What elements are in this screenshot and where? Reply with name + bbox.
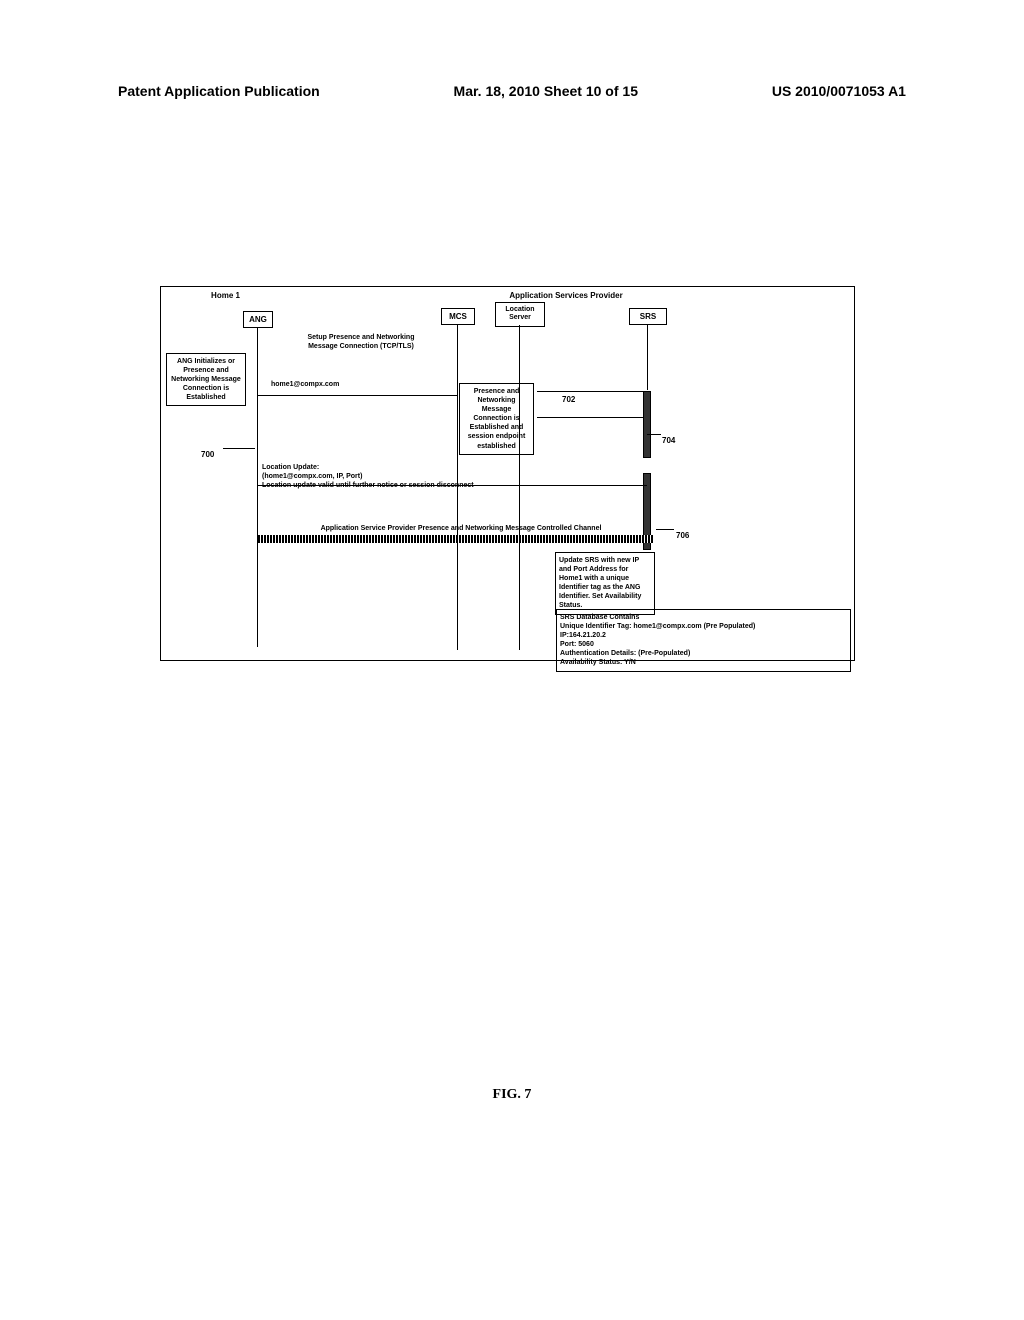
loc-update-body: (home1@compx.com, IP, Port) [262,473,362,480]
arrow-location-update [257,485,647,486]
srs-lifeline [647,325,648,390]
mcs-box: MCS [441,308,475,325]
header-center: Mar. 18, 2010 Sheet 10 of 15 [454,83,638,99]
srs-db-l4: Authentication Details: (Pre-Populated) [560,650,690,657]
sequence-diagram: Home 1 Application Services Provider ANG… [160,286,855,661]
channel-label: Application Service Provider Presence an… [271,525,651,532]
srs-db-l2: IP:164.21.20.2 [560,632,606,639]
ang-box: ANG [243,311,273,328]
connection-established-label: Presence and Networking Message Connecti… [459,383,534,455]
home-email: home1@compx.com [271,381,339,388]
figure-caption: FIG. 7 [0,1087,1024,1103]
ref-706: 706 [676,531,689,540]
ref-704: 704 [662,436,675,445]
ls-lifeline [519,325,520,650]
channel-bar [258,535,653,543]
ref-704-line [647,434,661,435]
srs-database-box: SRS Database Contains Unique Identifier … [556,609,851,672]
ref-702: 702 [562,395,575,404]
arrow-702-top [537,391,647,392]
arrow-702-bot [537,417,647,418]
location-server-box: Location Server [495,302,545,327]
ref-700-line [223,448,255,449]
header-left: Patent Application Publication [118,83,320,99]
setup-label: Setup Presence and Networking Message Co… [301,333,421,351]
asp-title: Application Services Provider [456,291,676,300]
srs-db-l5: Availability Status: Y/N [560,659,636,666]
home-title: Home 1 [173,291,278,300]
update-srs-box: Update SRS with new IP and Port Address … [555,552,655,615]
ang-lifeline [257,327,258,647]
srs-db-l1: Unique Identifier Tag: home1@compx.com (… [560,623,755,630]
ang-init-label: ANG Initializes or Presence and Networki… [166,353,246,406]
srs-activation-1 [643,391,651,458]
ref-706-line [656,529,674,530]
srs-box: SRS [629,308,667,325]
srs-db-title: SRS Database Contains [560,614,639,621]
location-update-text: Location Update: (home1@compx.com, IP, P… [262,463,474,490]
loc-update-title: Location Update: [262,464,319,471]
header-right: US 2010/0071053 A1 [772,83,906,99]
ref-700: 700 [201,450,214,459]
srs-db-l3: Port: 5060 [560,641,594,648]
arrow-setup [257,395,457,396]
